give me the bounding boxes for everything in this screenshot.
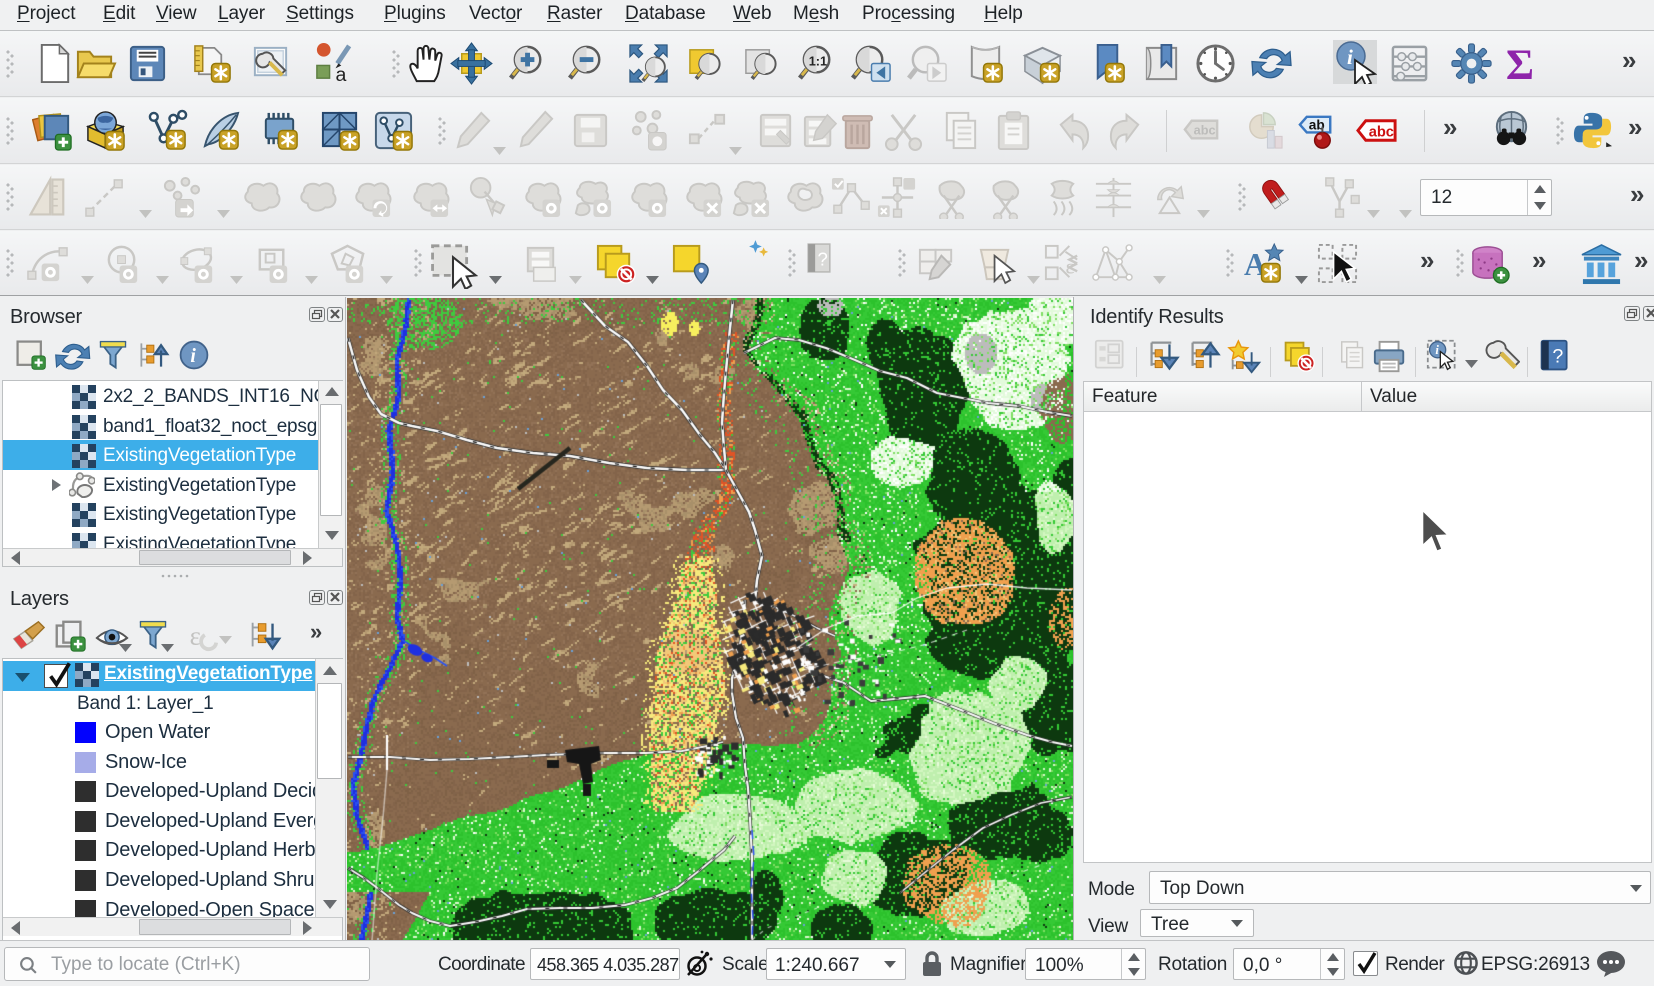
svg-text:ε: ε xyxy=(1065,254,1074,278)
svg-text:?: ? xyxy=(1552,345,1563,367)
svg-text:1:1: 1:1 xyxy=(809,54,827,68)
svg-text:?: ? xyxy=(817,249,827,270)
svg-text:i: i xyxy=(1435,343,1439,357)
svg-text:i: i xyxy=(190,345,196,367)
svg-text:i: i xyxy=(1347,45,1353,69)
svg-text:abc: abc xyxy=(1194,123,1216,137)
svg-text:Σ: Σ xyxy=(1506,42,1534,85)
svg-text:ε: ε xyxy=(190,621,201,651)
svg-text:abc: abc xyxy=(1369,124,1394,140)
